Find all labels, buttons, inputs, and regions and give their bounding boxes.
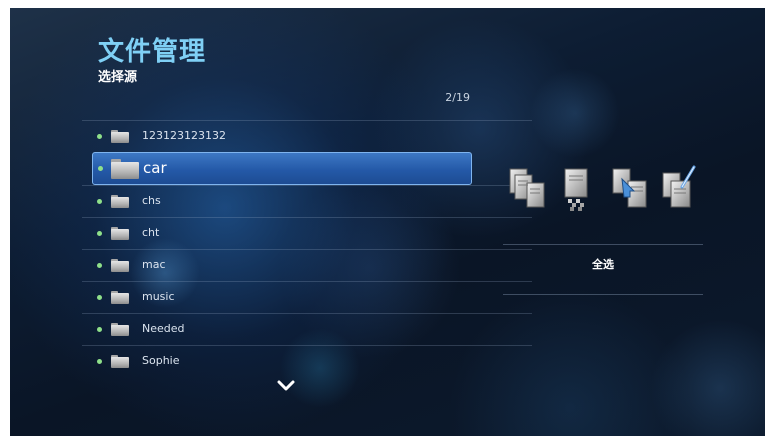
copy-icon[interactable]: [507, 165, 547, 217]
bullet-icon: [97, 199, 102, 204]
select-all-button[interactable]: 全选: [503, 258, 703, 272]
file-action-toolbar: [507, 165, 702, 217]
folder-icon: [111, 227, 129, 240]
folder-icon: [111, 323, 129, 336]
page-counter: 2/19: [445, 91, 470, 104]
rename-icon[interactable]: [660, 165, 700, 217]
folder-icon: [111, 130, 129, 143]
divider: [503, 244, 703, 245]
bullet-icon: [98, 166, 103, 171]
delete-icon[interactable]: [559, 165, 599, 217]
page-title: 文件管理: [98, 37, 207, 67]
folder-list: 123123123132 car chs cht mac music Neede…: [82, 120, 532, 377]
folder-name: 123123123132: [142, 129, 226, 142]
bullet-icon: [97, 295, 102, 300]
bullet-icon: [97, 359, 102, 364]
list-item-folder[interactable]: 123123123132: [82, 120, 532, 152]
bullet-icon: [97, 263, 102, 268]
folder-name: Sophie: [142, 354, 180, 367]
bokeh-light: [650, 318, 765, 436]
list-item-folder[interactable]: cht: [82, 217, 532, 249]
folder-icon: [111, 259, 129, 272]
folder-name: car: [143, 159, 167, 177]
list-item-folder-selected[interactable]: car: [92, 152, 472, 185]
list-item-folder[interactable]: Sophie: [82, 345, 532, 377]
folder-name: cht: [142, 226, 160, 239]
folder-icon: [111, 355, 129, 368]
folder-icon: [111, 291, 129, 304]
page-subtitle: 选择源: [98, 70, 138, 85]
folder-icon: [111, 195, 129, 208]
folder-name: chs: [142, 194, 161, 207]
bullet-icon: [97, 231, 102, 236]
folder-icon: [111, 159, 139, 179]
bullet-icon: [97, 134, 102, 139]
list-item-folder[interactable]: mac: [82, 249, 532, 281]
bokeh-light: [530, 68, 620, 158]
divider: [503, 294, 703, 295]
bullet-icon: [97, 327, 102, 332]
folder-name: music: [142, 290, 175, 303]
list-item-folder[interactable]: Needed: [82, 313, 532, 345]
chevron-down-icon[interactable]: [275, 378, 297, 394]
move-icon[interactable]: [610, 165, 650, 217]
list-item-folder[interactable]: chs: [82, 185, 532, 217]
folder-name: mac: [142, 258, 166, 271]
folder-name: Needed: [142, 322, 185, 335]
media-player-screen: 文件管理 选择源 2/19 123123123132 car chs cht m…: [10, 8, 765, 436]
list-item-folder[interactable]: music: [82, 281, 532, 313]
